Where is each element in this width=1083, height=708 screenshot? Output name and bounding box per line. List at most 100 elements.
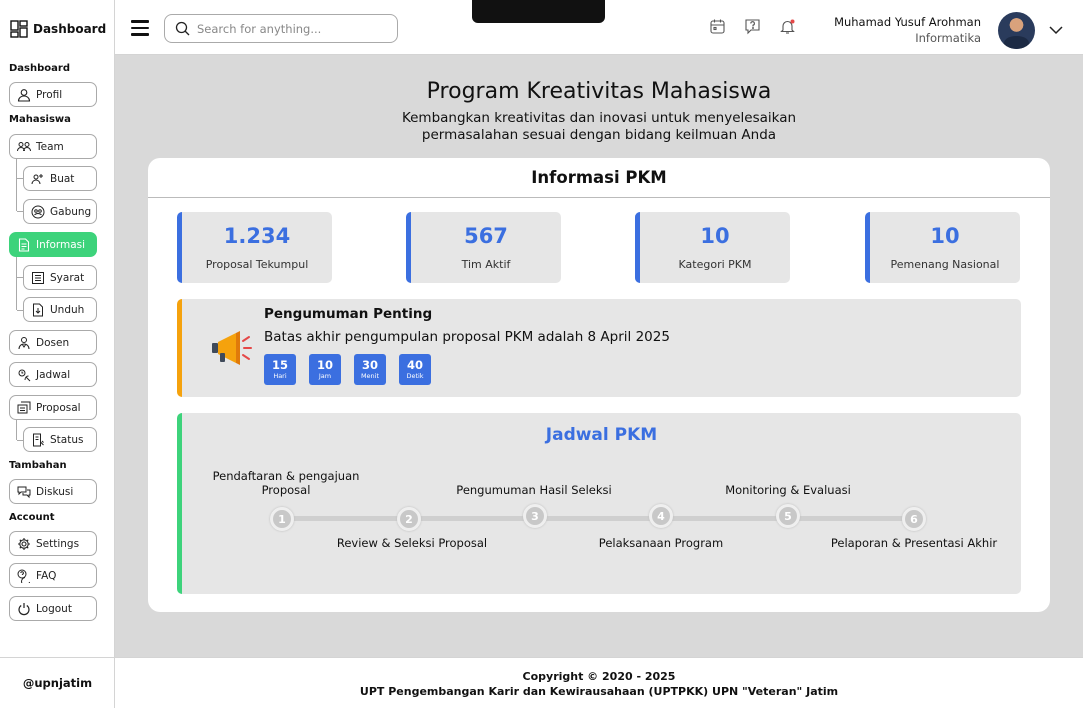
sidebar-item-label: Team xyxy=(36,140,64,153)
sidebar-item-settings[interactable]: Settings xyxy=(9,531,97,556)
countdown-number: 30 xyxy=(361,358,378,372)
sidebar-item-label: Diskusi xyxy=(36,485,74,498)
user-role: Informatika xyxy=(915,31,981,45)
sidebar-item-informasi[interactable]: Informasi xyxy=(9,232,97,257)
stat-value: 1.234 xyxy=(223,224,291,248)
sidebar-item-label: Logout xyxy=(36,602,72,615)
timeline-step-4: 4 xyxy=(649,504,673,528)
section-label-account: Account xyxy=(9,512,55,523)
stat-card-proposal: 1.234 Proposal Tekumpul xyxy=(177,212,332,283)
stat-card-pemenang: 10 Pemenang Nasional xyxy=(865,212,1020,283)
megaphone-icon xyxy=(212,331,252,365)
stat-label: Kategori PKM xyxy=(678,258,752,271)
sidebar-item-status[interactable]: Status xyxy=(23,427,97,452)
sidebar-item-syarat[interactable]: Syarat xyxy=(23,265,97,290)
team-icon xyxy=(17,141,31,151)
sidebar-item-label: Proposal xyxy=(36,401,81,414)
sidebar-footer-handle: @upnjatim xyxy=(0,657,115,708)
stat-value: 567 xyxy=(464,224,508,248)
timeline-label-6: Pelaporan & Presentasi Akhir xyxy=(830,536,998,550)
tree-line-informasi xyxy=(16,257,17,310)
sidebar-item-unduh[interactable]: Unduh xyxy=(23,297,97,322)
timeline-label-5: Monitoring & Evaluasi xyxy=(725,483,851,497)
stat-card-kategori: 10 Kategori PKM xyxy=(635,212,790,283)
countdown-number: 10 xyxy=(316,358,333,372)
stat-value: 10 xyxy=(930,224,960,248)
countdown-number: 40 xyxy=(406,358,423,372)
sidebar-item-buat[interactable]: Buat xyxy=(23,166,97,191)
tree-line-team xyxy=(16,159,17,211)
sidebar-item-dosen[interactable]: Dosen xyxy=(9,330,97,355)
footer-organization: UPT Pengembangan Karir dan Kewirausahaan… xyxy=(359,685,839,698)
divider xyxy=(148,197,1050,198)
timeline-label-1: Pendaftaran & pengajuan Proposal xyxy=(212,469,360,497)
chevron-down-icon[interactable] xyxy=(1049,25,1063,35)
hamburger-menu-icon[interactable] xyxy=(131,20,149,36)
sidebar-item-label: Jadwal xyxy=(36,368,71,381)
gear-icon xyxy=(18,537,30,550)
timeline-label-2: Review & Seleksi Proposal xyxy=(336,536,488,550)
timeline-step-3: 3 xyxy=(523,504,547,528)
timeline-label-3: Pengumuman Hasil Seleksi xyxy=(456,483,612,497)
document-info-icon xyxy=(18,237,30,252)
page-subtitle: Kembangkan kreativitas dan inovasi untuk… xyxy=(401,110,797,143)
countdown-unit: Jam xyxy=(318,372,332,380)
sidebar-item-label: Gabung xyxy=(50,205,92,218)
countdown-number: 15 xyxy=(271,358,288,372)
faq-icon xyxy=(17,569,30,583)
app: Dashboard Dashboard Profil Mahasiswa Tea… xyxy=(0,0,1083,708)
timeline-step-1: 1 xyxy=(270,507,294,531)
download-file-icon xyxy=(33,303,43,316)
sidebar-item-logout[interactable]: Logout xyxy=(9,596,97,621)
sidebar-item-gabung[interactable]: Gabung xyxy=(23,199,97,224)
status-document-icon xyxy=(33,433,44,446)
sidebar-item-diskusi[interactable]: Diskusi xyxy=(9,479,97,504)
schedule-box: Jadwal PKM 1 2 3 4 5 6 Pendaftaran & pen… xyxy=(177,413,1021,594)
sidebar-item-jadwal[interactable]: Jadwal xyxy=(9,362,97,387)
user-name: Muhamad Yusuf Arohman xyxy=(834,15,981,29)
add-team-icon xyxy=(31,173,43,184)
countdown-unit: Hari xyxy=(273,372,287,380)
help-chat-icon[interactable] xyxy=(744,18,761,35)
countdown-unit: Detik xyxy=(406,372,424,380)
announcement-title: Pengumuman Penting xyxy=(264,306,433,322)
sidebar-item-label: Syarat xyxy=(50,271,85,284)
sidebar-item-label: Status xyxy=(50,433,84,446)
footer-copyright: Copyright © 2020 - 2025 xyxy=(522,670,676,683)
lecturer-icon xyxy=(18,336,30,349)
tree-line-proposal xyxy=(16,420,17,440)
announcement-text: Batas akhir pengumpulan proposal PKM ada… xyxy=(264,329,670,345)
countdown-hours: 10 Jam xyxy=(309,354,341,385)
sidebar-item-label: Unduh xyxy=(50,303,85,316)
discussion-icon xyxy=(17,486,31,498)
search-bar xyxy=(164,14,398,43)
page-footer: Copyright © 2020 - 2025 UPT Pengembangan… xyxy=(115,657,1083,708)
stat-label: Pemenang Nasional xyxy=(890,258,1000,271)
proposal-icon xyxy=(17,401,31,413)
countdown-unit: Menit xyxy=(360,372,380,380)
logo-dashboard[interactable]: Dashboard xyxy=(10,20,106,38)
calendar-icon[interactable] xyxy=(709,18,726,35)
sidebar-item-team[interactable]: Team xyxy=(9,134,97,159)
sidebar-item-label: FAQ xyxy=(36,569,57,582)
countdown-seconds: 40 Detik xyxy=(399,354,431,385)
timeline-step-2: 2 xyxy=(397,507,421,531)
timeline-step-5: 5 xyxy=(776,504,800,528)
countdown-minutes: 30 Menit xyxy=(354,354,386,385)
sidebar-item-label: Buat xyxy=(50,172,75,185)
sidebar-item-profil[interactable]: Profil xyxy=(9,82,97,107)
sidebar-item-faq[interactable]: FAQ xyxy=(9,563,97,588)
section-label-tambahan: Tambahan xyxy=(9,460,67,471)
schedule-title: Jadwal PKM xyxy=(545,425,658,445)
avatar[interactable] xyxy=(998,12,1035,49)
countdown-days: 15 Hari xyxy=(264,354,296,385)
announcement-box: Pengumuman Penting Batas akhir pengumpul… xyxy=(177,299,1021,397)
search-icon xyxy=(175,21,190,36)
stat-card-tim: 567 Tim Aktif xyxy=(406,212,561,283)
logo-label: Dashboard xyxy=(33,22,107,36)
search-input[interactable] xyxy=(197,21,377,36)
timeline-track xyxy=(282,516,922,521)
sidebar-item-proposal[interactable]: Proposal xyxy=(9,395,97,420)
user-icon xyxy=(17,88,31,102)
notification-bell-icon[interactable] xyxy=(779,18,796,35)
